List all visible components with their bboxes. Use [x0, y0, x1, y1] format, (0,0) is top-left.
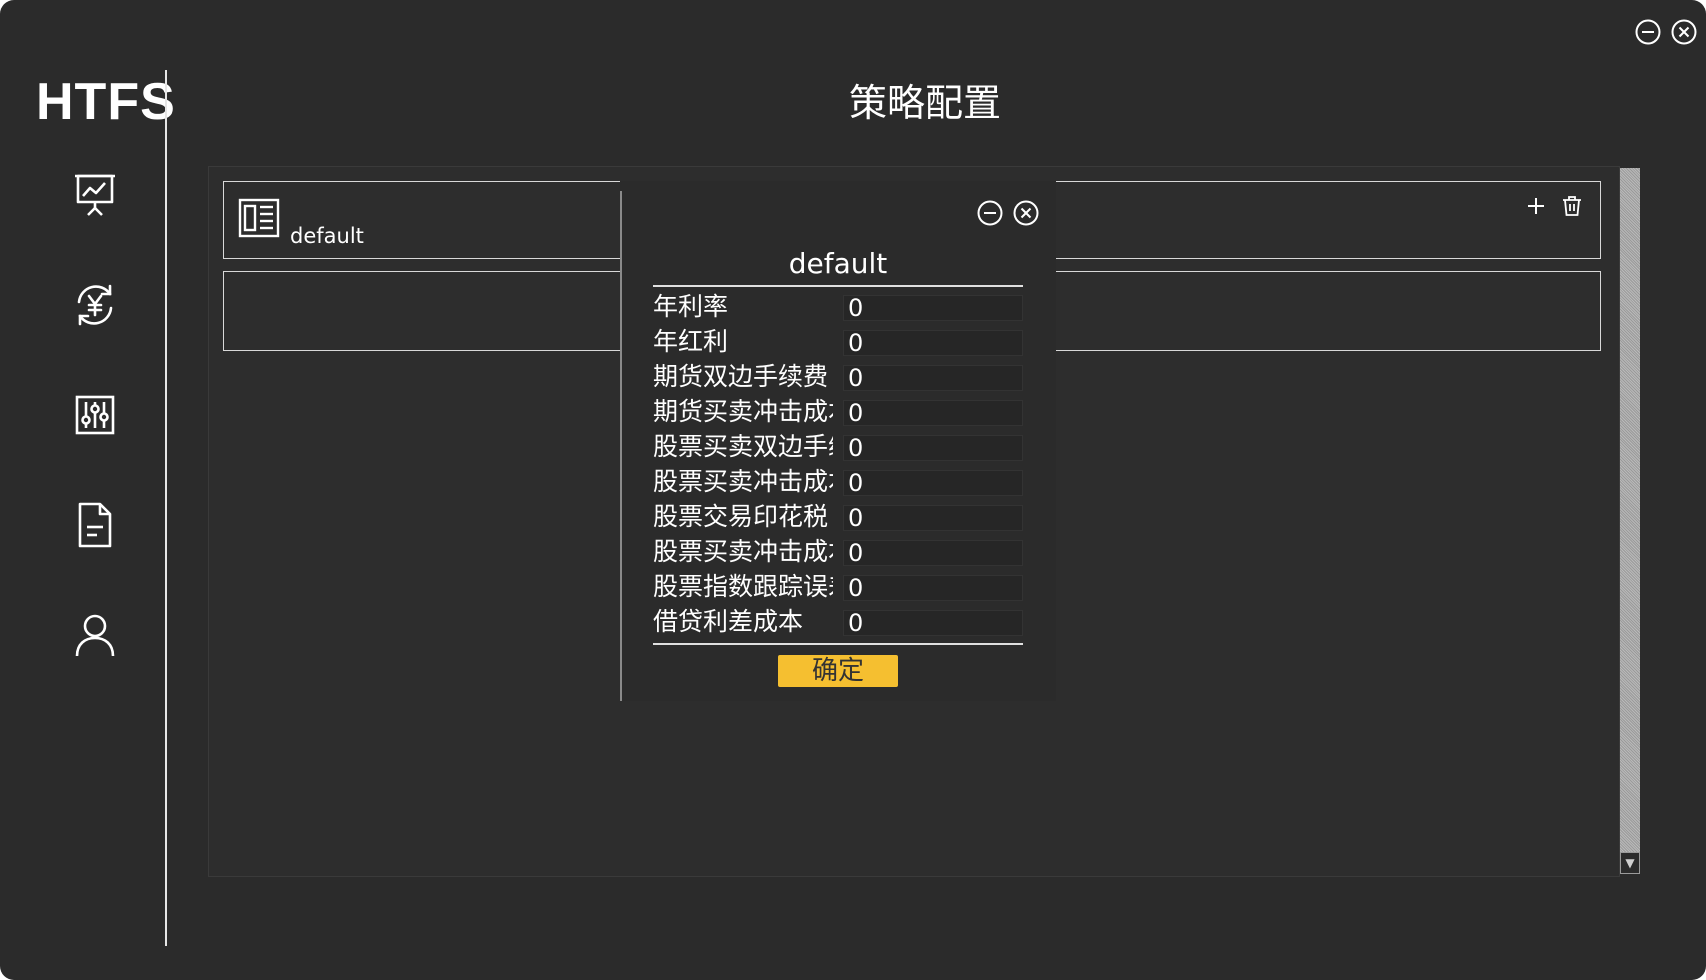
field-label: 借贷利差成本 [653, 607, 804, 636]
field-label: 股票指数跟踪误差 [653, 572, 833, 601]
field-label: 股票买卖双边手续费 [653, 432, 833, 461]
field-label: 年红利 [653, 327, 729, 356]
field-label: 期货买卖冲击成本 [653, 397, 833, 426]
field-label: 股票买卖冲击成本 [653, 467, 833, 496]
minimize-icon[interactable] [1634, 18, 1662, 46]
dialog-close-icon[interactable] [1012, 199, 1040, 227]
dialog-border [620, 191, 622, 701]
trash-icon[interactable] [1560, 194, 1584, 218]
confirm-button[interactable]: 确定 [778, 655, 898, 687]
dialog-divider-bottom [653, 643, 1023, 645]
field-row: 借贷利差成本 0 [653, 604, 1023, 639]
field-row: 期货买卖冲击成本 0 [653, 394, 1023, 429]
field-input[interactable]: 0 [843, 505, 1023, 531]
close-icon[interactable] [1670, 18, 1698, 46]
sidebar-divider [165, 70, 167, 946]
strategy-card-icon [238, 198, 280, 238]
plus-icon[interactable] [1524, 194, 1548, 218]
field-row: 年红利 0 [653, 324, 1023, 359]
field-row: 股票交易印花税 0 [653, 499, 1023, 534]
field-label: 股票交易印花税 [653, 502, 829, 531]
sliders-icon[interactable] [70, 390, 120, 440]
field-row: 股票指数跟踪误差 0 [653, 569, 1023, 604]
field-input[interactable]: 0 [843, 470, 1023, 496]
document-icon[interactable] [70, 500, 120, 550]
field-input[interactable]: 0 [843, 330, 1023, 356]
field-input[interactable]: 0 [843, 295, 1023, 321]
field-input[interactable]: 0 [843, 540, 1023, 566]
strategy-config-dialog: default 年利率 0 年红利 0 期货双边手续费 0 期货买卖冲击成本 0… [620, 181, 1056, 701]
dialog-title: default [788, 247, 888, 280]
app-logo: HTFS [36, 73, 176, 131]
field-input[interactable]: 0 [843, 575, 1023, 601]
app-window: HTFS 策略配置 default ▼ default 年利率 0 年红利 0 … [0, 0, 1706, 980]
field-input[interactable]: 0 [843, 400, 1023, 426]
field-input[interactable]: 0 [843, 610, 1023, 636]
field-label: 股票买卖冲击成本 [653, 537, 833, 566]
scroll-down-arrow[interactable]: ▼ [1620, 852, 1640, 874]
field-row: 股票买卖双边手续费 0 [653, 429, 1023, 464]
field-label: 期货双边手续费 [653, 362, 829, 391]
field-row: 股票买卖冲击成本 0 [653, 464, 1023, 499]
field-label: 年利率 [653, 292, 729, 321]
field-row: 期货双边手续费 0 [653, 359, 1023, 394]
user-icon[interactable] [70, 610, 120, 660]
dialog-minimize-icon[interactable] [976, 199, 1004, 227]
chart-presentation-icon[interactable] [70, 170, 120, 220]
field-input[interactable]: 0 [843, 435, 1023, 461]
field-input[interactable]: 0 [843, 365, 1023, 391]
field-row: 股票买卖冲击成本 0 [653, 534, 1023, 569]
page-title: 策略配置 [848, 81, 1001, 125]
field-row: 年利率 0 [653, 289, 1023, 324]
scrollbar-track[interactable] [1620, 168, 1640, 874]
dialog-divider-top [653, 285, 1023, 287]
yen-exchange-icon[interactable] [70, 280, 120, 330]
strategy-name: default [290, 224, 364, 248]
